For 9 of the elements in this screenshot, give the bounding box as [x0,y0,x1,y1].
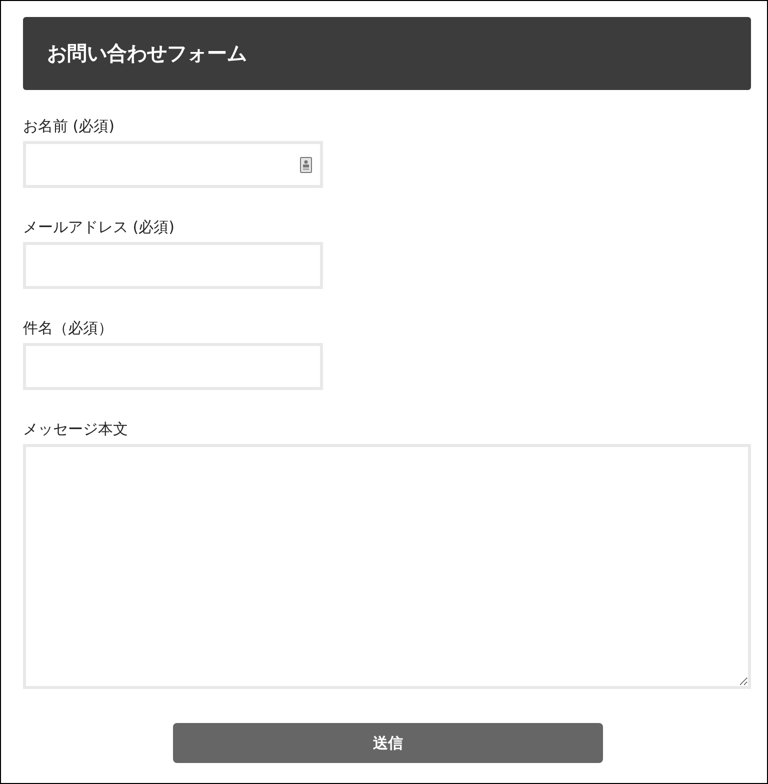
message-field[interactable] [23,444,751,689]
field-label: メールアドレス (必須) [23,217,174,237]
input-field[interactable] [23,141,323,188]
contact-card-icon[interactable] [300,156,312,172]
field-label: 件名（必須） [23,318,113,338]
form-title: お問い合わせフォーム [47,40,247,67]
submit-button[interactable]: 送信 [173,723,603,763]
field-label: メッセージ本文 [23,419,128,439]
field-label: お名前 (必須) [23,116,114,136]
